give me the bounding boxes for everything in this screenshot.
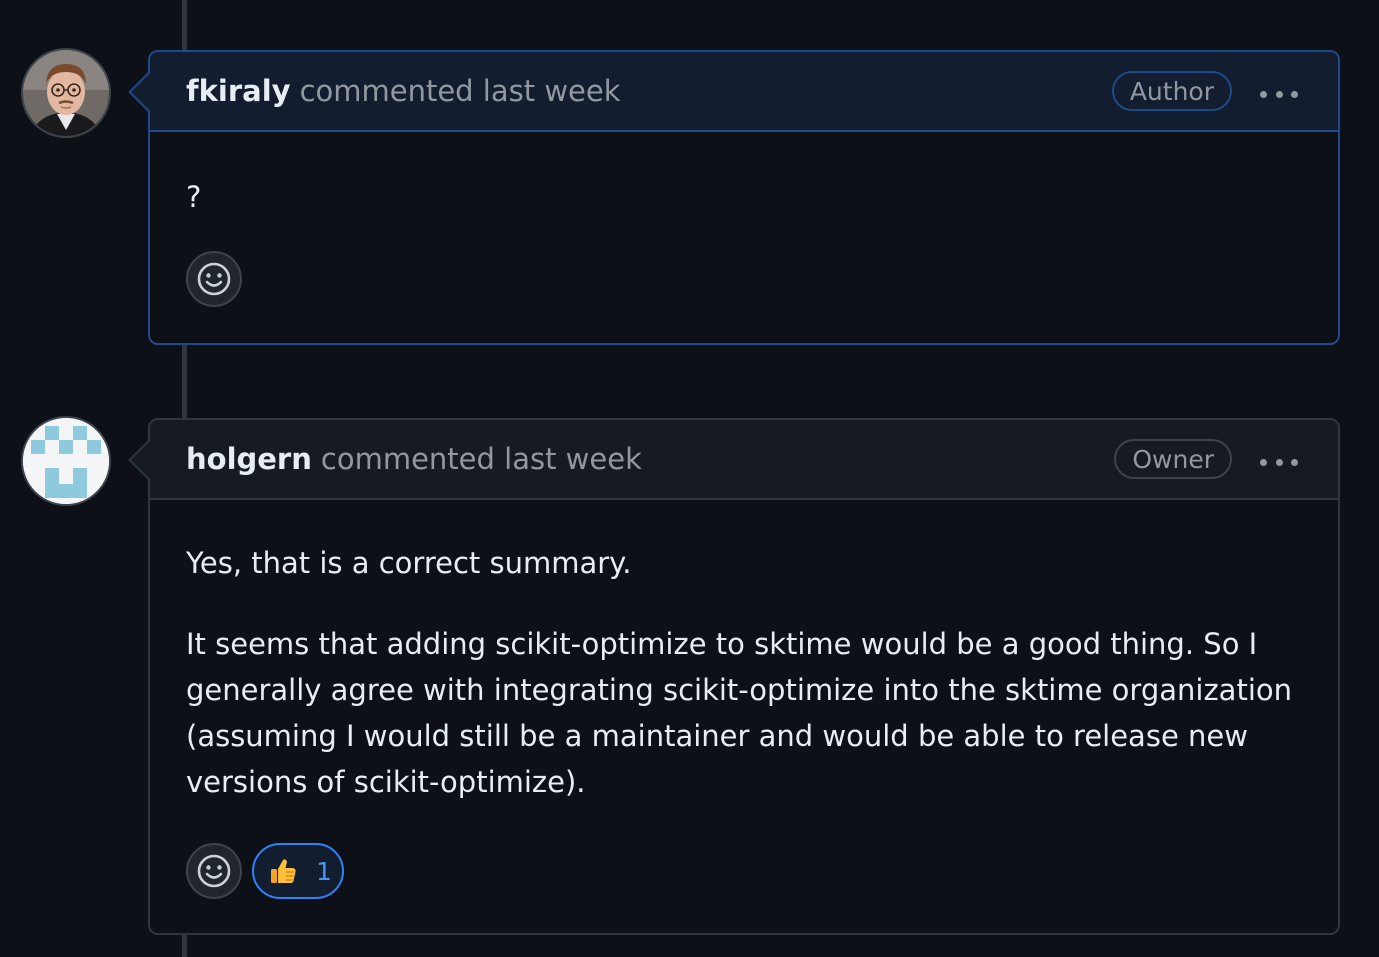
comment-paragraph: It seems that adding scikit-optimize to … [186, 627, 1292, 799]
owner-badge: Owner [1114, 439, 1232, 479]
reaction-count: 1 [316, 856, 332, 886]
thumbs-up-reaction-button[interactable]: 1 [252, 843, 344, 899]
smiley-icon [197, 854, 231, 888]
comment-header: holgern commented last week Owner [150, 420, 1338, 500]
comment-header: fkiraly commented last week Author [150, 52, 1338, 132]
comment-body: ? [150, 132, 1338, 220]
avatar-holgern[interactable] [21, 416, 111, 506]
comment-paragraph: ? [186, 180, 202, 214]
comment-timestamp[interactable]: commented last week [321, 442, 642, 476]
comment-body: Yes, that is a correct summary. It seems… [150, 500, 1338, 805]
thumbs-up-icon [271, 859, 296, 883]
smiley-icon [197, 262, 231, 296]
avatar-fkiraly[interactable] [21, 48, 111, 138]
author-badge: Author [1111, 71, 1232, 111]
comment-username[interactable]: holgern [186, 442, 312, 476]
comment-fkiraly: fkiraly commented last week Author ? [128, 50, 1340, 345]
comment-timestamp[interactable]: commented last week [300, 74, 621, 108]
comment-paragraph: Yes, that is a correct summary. [186, 546, 632, 580]
more-options-icon[interactable] [1260, 458, 1298, 466]
comment-username[interactable]: fkiraly [186, 74, 291, 108]
add-reaction-button[interactable] [186, 251, 242, 307]
reactions-bar [186, 251, 242, 307]
more-options-icon[interactable] [1260, 90, 1298, 98]
add-reaction-button[interactable] [186, 843, 242, 899]
reactions-bar: 1 [186, 843, 344, 899]
comment-holgern: holgern commented last week Owner Yes, t… [128, 418, 1340, 935]
